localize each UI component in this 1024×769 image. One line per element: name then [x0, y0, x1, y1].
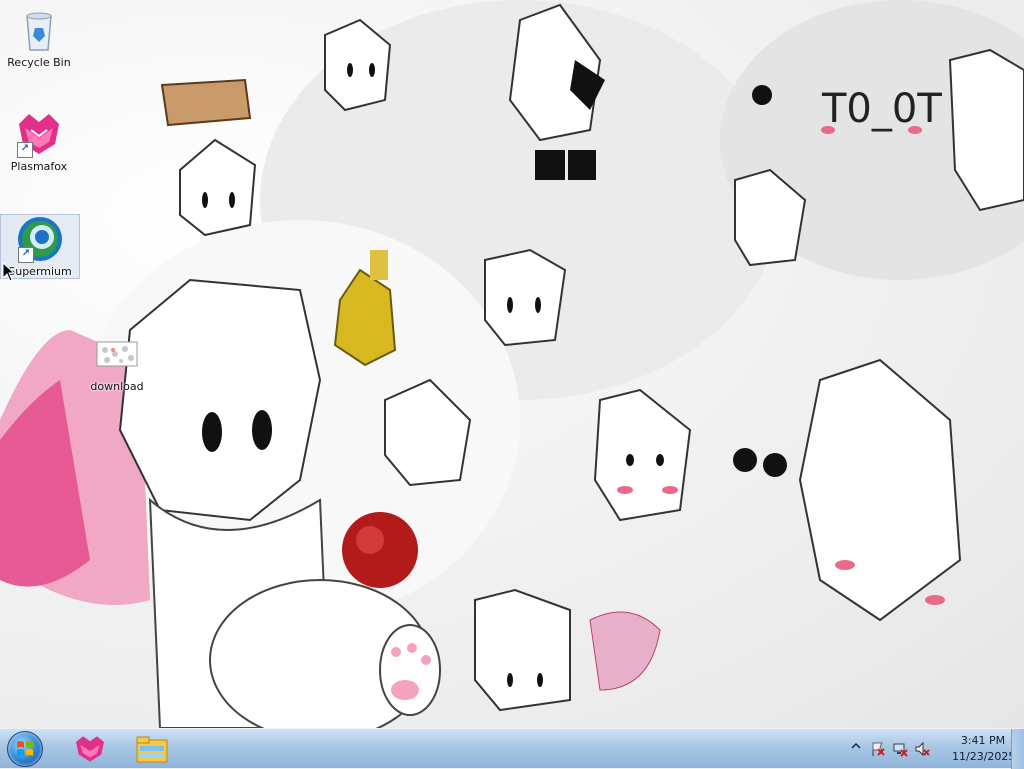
show-desktop-button[interactable] [1011, 729, 1024, 769]
taskbar-clock[interactable]: 3:41 PM 11/23/2025 [952, 733, 1016, 765]
taskbar-pinned-plasmafox[interactable] [62, 730, 118, 768]
image-file-icon [93, 330, 141, 378]
show-hidden-icons-arrow[interactable] [848, 741, 864, 757]
recycle-bin-label: Recycle Bin [7, 56, 71, 69]
plasmafox-label: Plasmafox [10, 160, 68, 173]
desktop-icon-download[interactable]: download [78, 330, 156, 393]
start-orb-icon [7, 731, 43, 767]
shortcut-arrow-icon: ↗ [17, 142, 33, 158]
supermium-icon: ↗ [16, 215, 64, 263]
download-label: download [90, 380, 144, 393]
file-explorer-icon [136, 736, 168, 763]
mouse-cursor-icon [2, 261, 16, 286]
desktop-icon-recycle-bin[interactable]: Recycle Bin [0, 6, 78, 69]
plasmafox-icon [76, 736, 104, 762]
shortcut-arrow-icon: ↗ [18, 247, 34, 263]
clock-time: 3:41 PM [960, 734, 1006, 747]
action-center-flag-icon[interactable] [870, 741, 886, 757]
system-tray: 3:41 PM 11/23/2025 [834, 729, 1024, 769]
volume-muted-icon[interactable] [914, 741, 930, 757]
taskbar-pinned-file-explorer[interactable] [124, 730, 180, 768]
desktop-icon-plasmafox[interactable]: ↗ Plasmafox [0, 110, 78, 173]
taskbar: 3:41 PM 11/23/2025 [0, 728, 1024, 769]
clock-date: 11/23/2025 [952, 750, 1016, 763]
network-icon[interactable] [892, 741, 908, 757]
recycle-bin-icon [15, 6, 63, 54]
wallpaper-text: T0_0T [821, 86, 942, 132]
start-button[interactable] [4, 730, 46, 768]
plasmafox-icon: ↗ [15, 110, 63, 158]
